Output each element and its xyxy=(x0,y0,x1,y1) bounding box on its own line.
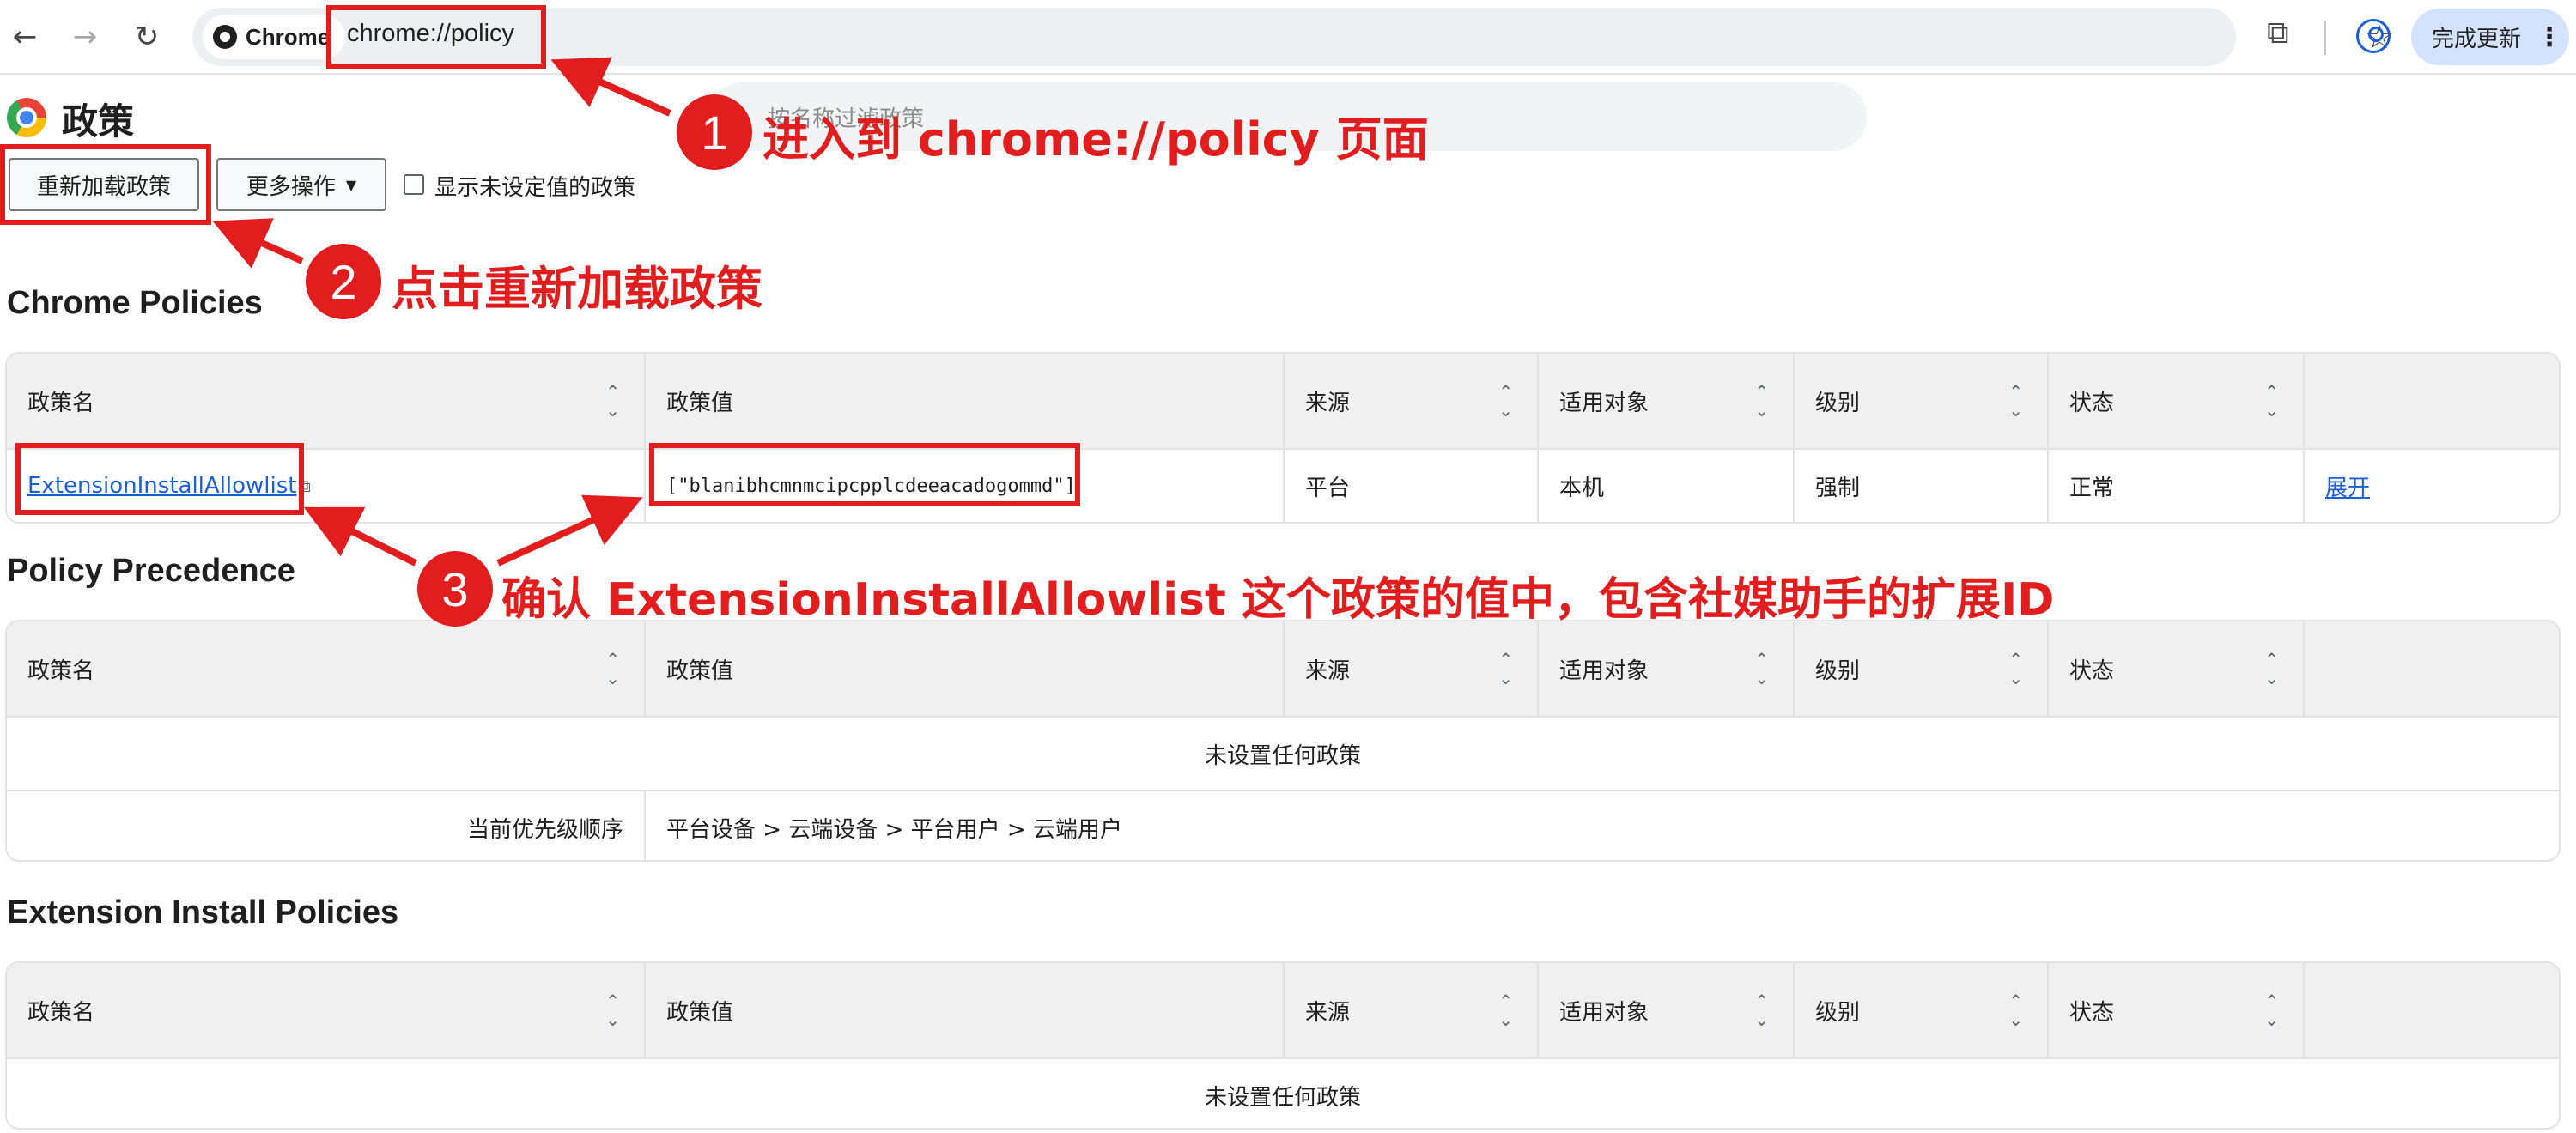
empty-policies-text: 未设置任何政策 xyxy=(1204,742,1361,769)
profile-icon[interactable] xyxy=(2356,19,2391,53)
step2-text: 点击重新加载政策 xyxy=(392,262,762,316)
step2-badge: 2 xyxy=(306,244,381,319)
precedence-value: 平台设备 > 云端设备 > 平台用户 > 云端用户 xyxy=(666,816,1122,843)
column-header[interactable]: 级别 ⌃ ⌄ xyxy=(1795,354,2049,448)
empty-policies-text: 未设置任何政策 xyxy=(1204,1084,1361,1111)
policy-status-cell: 正常 xyxy=(2049,450,2305,522)
column-header-empty xyxy=(2305,621,2559,716)
column-header[interactable]: 状态 ⌃ ⌄ xyxy=(2049,621,2305,716)
sort-icon: ⌃ ⌄ xyxy=(2008,381,2023,421)
browser-toolbar: ← → ↻ Chrome chrome://policy ☆ ⧉ 完成更新 ⋮ xyxy=(0,0,2576,75)
sort-icon: ⌃ ⌄ xyxy=(1498,649,1513,688)
sort-icon: ⌃ ⌄ xyxy=(2008,991,2023,1030)
column-header[interactable]: 级别 ⌃ ⌄ xyxy=(1795,621,2049,716)
sort-icon: ⌃ ⌄ xyxy=(1754,991,1769,1030)
policy-scope-cell: 本机 xyxy=(1539,450,1795,522)
reload-highlight-box xyxy=(0,144,211,225)
policy-value-highlight-box xyxy=(649,443,1080,506)
table-row: 当前优先级顺序 平台设备 > 云端设备 > 平台用户 > 云端用户 xyxy=(7,790,2559,860)
column-header[interactable]: 来源 ⌃ ⌄ xyxy=(1285,963,1539,1057)
policy-precedence-table: 政策名 ⌃ ⌄ 政策值 来源 ⌃ ⌄ 适用对象 ⌃ ⌄ 级别 ⌃ ⌄ 状态 ⌃ ⌄ 未设置任何政策 … xyxy=(5,620,2561,862)
show-unset-checkbox[interactable] xyxy=(404,174,424,195)
column-header[interactable]: 状态 ⌃ ⌄ xyxy=(2049,963,2305,1057)
column-header[interactable]: 政策值 xyxy=(646,963,1285,1057)
reload-icon[interactable]: ↻ xyxy=(124,14,170,60)
kebab-menu-icon[interactable]: ⋮ xyxy=(2537,22,2562,52)
section-title-extension-install: Extension Install Policies xyxy=(7,894,399,930)
sort-icon: ⌃ ⌄ xyxy=(1498,991,1513,1030)
forward-icon[interactable]: → xyxy=(62,14,108,60)
column-header[interactable]: 适用对象 ⌃ ⌄ xyxy=(1539,354,1795,448)
column-header[interactable]: 来源 ⌃ ⌄ xyxy=(1285,354,1539,448)
table-row: ExtensionInstallAllowlist ⧉ ["blanibhcmn… xyxy=(7,448,2559,522)
toolbar-divider xyxy=(2324,21,2326,55)
chevron-down-icon: ▼ xyxy=(345,176,357,193)
column-header[interactable]: 状态 ⌃ ⌄ xyxy=(2049,354,2305,448)
sort-icon: ⌃ ⌄ xyxy=(2264,991,2279,1030)
expand-link[interactable]: 展开 xyxy=(2325,470,2370,502)
step3-badge: 3 xyxy=(417,551,493,627)
back-icon[interactable]: ← xyxy=(2,14,48,60)
sort-icon: ⌃ ⌄ xyxy=(605,381,620,421)
table-row: 未设置任何政策 xyxy=(7,716,2559,790)
table-header: 政策名 ⌃ ⌄ 政策值 来源 ⌃ ⌄ 适用对象 ⌃ ⌄ 级别 ⌃ ⌄ 状态 ⌃ ⌄ xyxy=(7,354,2559,448)
sort-icon: ⌃ ⌄ xyxy=(1754,381,1769,421)
update-button[interactable]: 完成更新 ⋮ xyxy=(2411,9,2569,65)
arrow-step2 xyxy=(212,218,304,269)
sort-icon: ⌃ ⌄ xyxy=(2264,381,2279,421)
sort-icon: ⌃ ⌄ xyxy=(2264,649,2279,688)
table-header: 政策名 ⌃ ⌄ 政策值 来源 ⌃ ⌄ 适用对象 ⌃ ⌄ 级别 ⌃ ⌄ 状态 ⌃ ⌄ xyxy=(7,963,2559,1057)
column-header[interactable]: 适用对象 ⌃ ⌄ xyxy=(1539,963,1795,1057)
step3-text: 确认 ExtensionInstallAllowlist 这个政策的值中，包含社… xyxy=(501,574,2055,626)
update-button-label: 完成更新 xyxy=(2432,26,2522,52)
section-title-policy-precedence: Policy Precedence xyxy=(7,553,295,589)
sort-icon: ⌃ ⌄ xyxy=(605,991,620,1030)
column-header-empty xyxy=(2305,354,2559,448)
column-header[interactable]: 政策名 ⌃ ⌄ xyxy=(7,963,646,1057)
site-chip-label: Chrome xyxy=(246,23,331,50)
extensions-icon[interactable]: ⧉ xyxy=(2267,15,2289,52)
policy-level-cell: 强制 xyxy=(1795,450,2049,522)
column-header[interactable]: 政策名 ⌃ ⌄ xyxy=(7,354,646,448)
extension-install-table: 政策名 ⌃ ⌄ 政策值 来源 ⌃ ⌄ 适用对象 ⌃ ⌄ 级别 ⌃ ⌄ 状态 ⌃ ⌄ 未设置任何政策 xyxy=(5,961,2561,1130)
expand-cell: 展开 xyxy=(2305,450,2559,522)
column-header[interactable]: 来源 ⌃ ⌄ xyxy=(1285,621,1539,716)
step1-badge: 1 xyxy=(677,94,752,170)
more-actions-button[interactable]: 更多操作 ▼ xyxy=(216,158,386,211)
column-header[interactable]: 级别 ⌃ ⌄ xyxy=(1795,963,2049,1057)
table-header: 政策名 ⌃ ⌄ 政策值 来源 ⌃ ⌄ 适用对象 ⌃ ⌄ 级别 ⌃ ⌄ 状态 ⌃ ⌄ xyxy=(7,621,2559,716)
page-title: 政策 xyxy=(62,100,135,142)
section-title-chrome-policies: Chrome Policies xyxy=(7,285,263,321)
column-header-empty xyxy=(2305,963,2559,1057)
policy-source-cell: 平台 xyxy=(1285,450,1539,522)
sort-icon: ⌃ ⌄ xyxy=(1754,649,1769,688)
sort-icon: ⌃ ⌄ xyxy=(1498,381,1513,421)
more-actions-label: 更多操作 xyxy=(246,173,336,200)
precedence-label: 当前优先级顺序 xyxy=(7,791,646,860)
table-row: 未设置任何政策 xyxy=(7,1057,2559,1128)
chrome-policies-table: 政策名 ⌃ ⌄ 政策值 来源 ⌃ ⌄ 适用对象 ⌃ ⌄ 级别 ⌃ ⌄ 状态 ⌃ ⌄ Extensio… xyxy=(5,352,2561,524)
chrome-logo-icon xyxy=(213,25,237,49)
show-unset-label: 显示未设定值的政策 xyxy=(434,175,636,201)
column-header[interactable]: 政策值 xyxy=(646,354,1285,448)
column-header[interactable]: 政策值 xyxy=(646,621,1285,716)
url-highlight-box xyxy=(326,5,546,69)
chrome-logo-icon xyxy=(7,98,46,137)
sort-icon: ⌃ ⌄ xyxy=(605,649,620,688)
column-header[interactable]: 政策名 ⌃ ⌄ xyxy=(7,621,646,716)
site-chip[interactable]: Chrome xyxy=(203,15,346,59)
sort-icon: ⌃ ⌄ xyxy=(2008,649,2023,688)
policy-name-highlight-box xyxy=(15,443,304,515)
step1-text: 进入到 chrome://policy 页面 xyxy=(762,112,1429,167)
column-header[interactable]: 适用对象 ⌃ ⌄ xyxy=(1539,621,1795,716)
